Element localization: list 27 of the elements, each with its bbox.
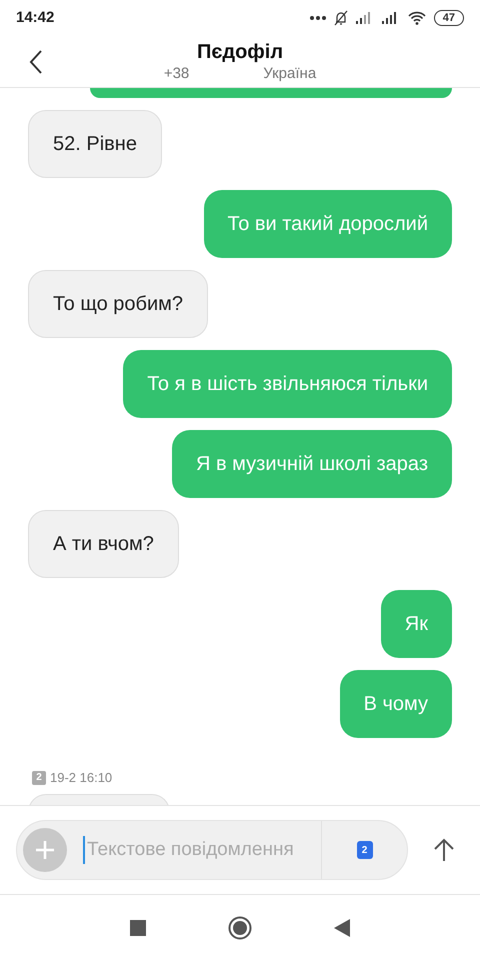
battery-level: 47 [434, 10, 464, 26]
contact-country: Україна [263, 64, 316, 84]
contact-name: Пєдофіл [196, 40, 284, 64]
message-bubble: То я в шість звільняюся тільки [123, 350, 452, 418]
message-input[interactable]: Текстове повідомлення 2 [16, 820, 408, 880]
message-bubble: То що робим? [28, 270, 208, 338]
message-time: 19-2 16:10 [50, 769, 112, 787]
muted-bell-icon [334, 10, 348, 26]
recents-button[interactable] [130, 920, 146, 936]
wifi-icon [408, 11, 426, 25]
back-icon [29, 50, 43, 74]
sim-selector[interactable]: 2 [356, 841, 372, 859]
plus-icon [35, 840, 55, 860]
arrow-up-icon [434, 838, 454, 862]
message-bubble: А ти вчом? [28, 510, 179, 578]
message-field[interactable]: Текстове повідомлення [83, 836, 321, 864]
message-bubble: Я в музичній школі зараз [172, 430, 452, 498]
message-bubble: То ви такий дорослий [204, 190, 452, 258]
sim-badge: 2 [32, 770, 46, 785]
status-time: 14:42 [16, 8, 54, 28]
more-icon [310, 16, 326, 20]
message-bubble: В чому [340, 670, 452, 738]
message-bubble: 52. Рівне [28, 110, 162, 178]
message-bubble: Як [380, 590, 452, 658]
back-nav-button[interactable] [334, 918, 350, 936]
contact-phone: +38 [164, 64, 190, 84]
home-button[interactable] [228, 916, 252, 940]
